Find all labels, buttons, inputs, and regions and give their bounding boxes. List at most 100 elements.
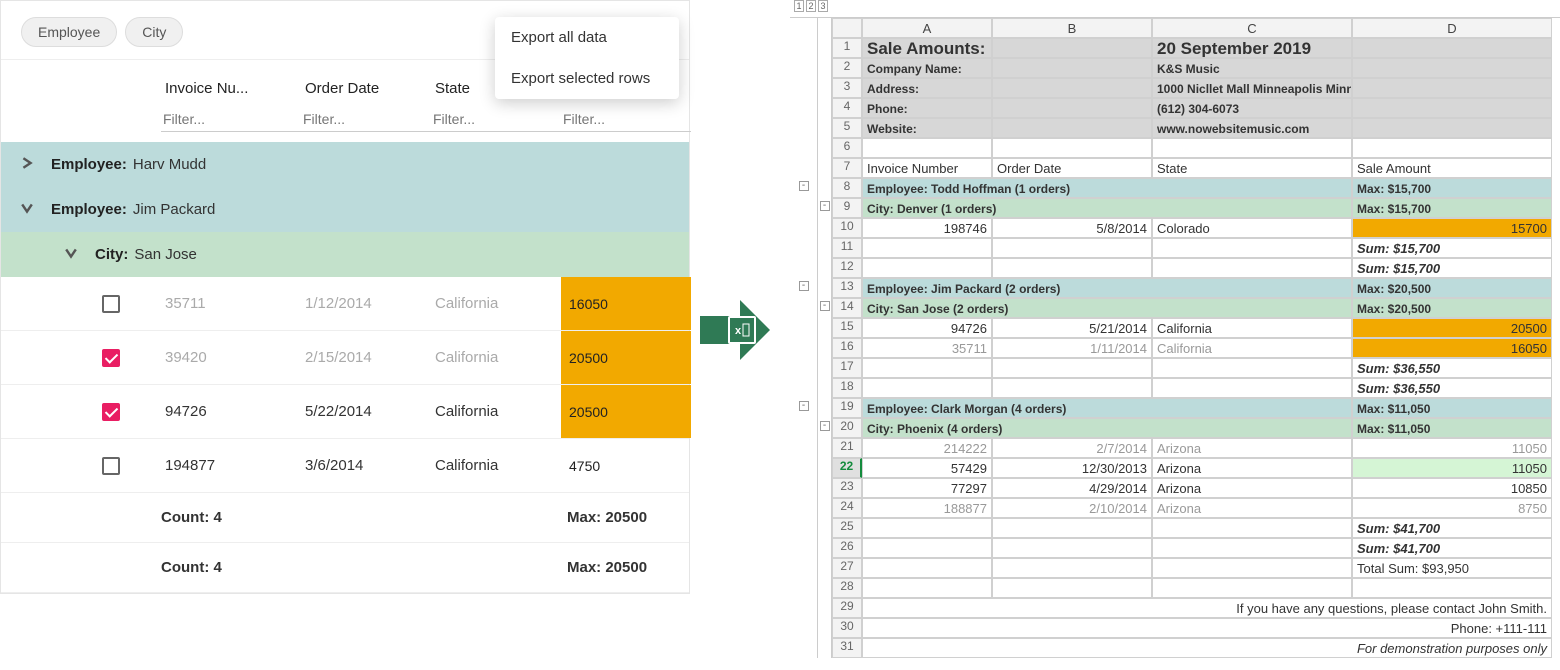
- row-header[interactable]: 24: [832, 498, 862, 518]
- outline-collapse-icon[interactable]: -: [799, 181, 809, 191]
- col-header-d[interactable]: D: [1352, 18, 1552, 38]
- row-checkbox[interactable]: [102, 403, 120, 421]
- outline-collapse-icon[interactable]: -: [820, 301, 830, 311]
- row-header[interactable]: 26: [832, 538, 862, 558]
- cell[interactable]: [992, 78, 1152, 98]
- cell[interactable]: City: San Jose (2 orders): [862, 298, 1352, 318]
- cell[interactable]: Arizona: [1152, 478, 1352, 498]
- cell[interactable]: City: Phoenix (4 orders): [862, 418, 1352, 438]
- cell[interactable]: [1352, 58, 1552, 78]
- row-header[interactable]: 15: [832, 318, 862, 338]
- cell[interactable]: 16050: [1352, 338, 1552, 358]
- group-row-city[interactable]: City: San Jose: [1, 232, 689, 277]
- cell[interactable]: 11050: [1352, 438, 1552, 458]
- outline-level-3[interactable]: 3: [818, 0, 828, 12]
- table-row[interactable]: 39420 2/15/2014 California 20500: [1, 331, 689, 385]
- cell[interactable]: Arizona: [1152, 458, 1352, 478]
- row-header[interactable]: 19: [832, 398, 862, 418]
- cell[interactable]: 15700: [1352, 218, 1552, 238]
- col-invoice[interactable]: Invoice Nu...: [161, 74, 301, 103]
- outline-collapse-icon[interactable]: -: [820, 421, 830, 431]
- filter-amount[interactable]: [561, 107, 691, 132]
- cell[interactable]: California: [1152, 338, 1352, 358]
- row-header[interactable]: 18: [832, 378, 862, 398]
- cell[interactable]: 2/10/2014: [992, 498, 1152, 518]
- cell[interactable]: 10850: [1352, 478, 1552, 498]
- spreadsheet[interactable]: A B C D 1 Sale Amounts: 20 September 201…: [790, 18, 1560, 658]
- table-row[interactable]: 94726 5/22/2014 California 20500: [1, 385, 689, 439]
- cell[interactable]: [1352, 118, 1552, 138]
- row-checkbox[interactable]: [102, 295, 120, 313]
- cell[interactable]: Sum: $36,550: [1352, 358, 1552, 378]
- filter-date[interactable]: [301, 107, 431, 132]
- cell[interactable]: 198746: [862, 218, 992, 238]
- cell[interactable]: K&S Music: [1152, 58, 1352, 78]
- cell[interactable]: State: [1152, 158, 1352, 178]
- cell[interactable]: [992, 98, 1152, 118]
- cell[interactable]: 1000 Nicllet Mall Minneapolis Minnesota: [1152, 78, 1352, 98]
- cell[interactable]: Arizona: [1152, 438, 1352, 458]
- cell[interactable]: Website:: [862, 118, 992, 138]
- row-header[interactable]: 17: [832, 358, 862, 378]
- cell[interactable]: 11050: [1352, 458, 1552, 478]
- cell[interactable]: Max: $20,500: [1352, 278, 1552, 298]
- cell[interactable]: [1352, 78, 1552, 98]
- row-header[interactable]: 4: [832, 98, 862, 118]
- row-header[interactable]: 5: [832, 118, 862, 138]
- row-header[interactable]: 9: [832, 198, 862, 218]
- outline-collapse-icon[interactable]: -: [799, 401, 809, 411]
- row-header[interactable]: 30: [832, 618, 862, 638]
- menu-export-all[interactable]: Export all data: [495, 17, 679, 58]
- row-header[interactable]: 20: [832, 418, 862, 438]
- cell[interactable]: [992, 38, 1152, 58]
- filter-invoice[interactable]: [161, 107, 301, 132]
- cell[interactable]: Invoice Number: [862, 158, 992, 178]
- row-header[interactable]: 8: [832, 178, 862, 198]
- cell[interactable]: 35711: [862, 338, 992, 358]
- cell[interactable]: Max: $15,700: [1352, 198, 1552, 218]
- cell[interactable]: California: [1152, 318, 1352, 338]
- cell[interactable]: 20 September 2019: [1152, 38, 1352, 58]
- cell[interactable]: 94726: [862, 318, 992, 338]
- cell[interactable]: [1352, 98, 1552, 118]
- row-header[interactable]: 11: [832, 238, 862, 258]
- row-header[interactable]: 12: [832, 258, 862, 278]
- cell[interactable]: 8750: [1352, 498, 1552, 518]
- row-header[interactable]: 6: [832, 138, 862, 158]
- outline-level-1[interactable]: 1: [794, 0, 804, 12]
- row-header[interactable]: 23: [832, 478, 862, 498]
- outline-collapse-icon[interactable]: -: [820, 201, 830, 211]
- row-header[interactable]: 3: [832, 78, 862, 98]
- filter-state[interactable]: [431, 107, 561, 132]
- row-header[interactable]: 25: [832, 518, 862, 538]
- group-row-employee-collapsed[interactable]: Employee: Harv Mudd: [1, 142, 689, 187]
- cell[interactable]: 5/21/2014: [992, 318, 1152, 338]
- cell[interactable]: [1352, 38, 1552, 58]
- cell[interactable]: 188877: [862, 498, 992, 518]
- cell[interactable]: Order Date: [992, 158, 1152, 178]
- cell[interactable]: Sale Amounts:: [862, 38, 992, 58]
- cell[interactable]: Sum: $36,550: [1352, 378, 1552, 398]
- row-header[interactable]: 28: [832, 578, 862, 598]
- cell[interactable]: If you have any questions, please contac…: [862, 598, 1552, 618]
- cell[interactable]: Total Sum: $93,950: [1352, 558, 1552, 578]
- row-header[interactable]: 31: [832, 638, 862, 658]
- row-corner[interactable]: [832, 18, 862, 38]
- cell[interactable]: Phone: +111-111: [862, 618, 1552, 638]
- row-checkbox[interactable]: [102, 349, 120, 367]
- cell[interactable]: Company Name:: [862, 58, 992, 78]
- cell[interactable]: 57429: [862, 458, 992, 478]
- outline-collapse-icon[interactable]: -: [799, 281, 809, 291]
- cell[interactable]: (612) 304-6073: [1152, 98, 1352, 118]
- cell[interactable]: Max: $15,700: [1352, 178, 1552, 198]
- cell[interactable]: City: Denver (1 orders): [862, 198, 1352, 218]
- cell[interactable]: Sum: $15,700: [1352, 238, 1552, 258]
- row-header[interactable]: 2: [832, 58, 862, 78]
- cell[interactable]: Colorado: [1152, 218, 1352, 238]
- cell[interactable]: 4/29/2014: [992, 478, 1152, 498]
- cell[interactable]: Arizona: [1152, 498, 1352, 518]
- row-header[interactable]: 21: [832, 438, 862, 458]
- cell[interactable]: Max: $20,500: [1352, 298, 1552, 318]
- row-checkbox[interactable]: [102, 457, 120, 475]
- cell[interactable]: 20500: [1352, 318, 1552, 338]
